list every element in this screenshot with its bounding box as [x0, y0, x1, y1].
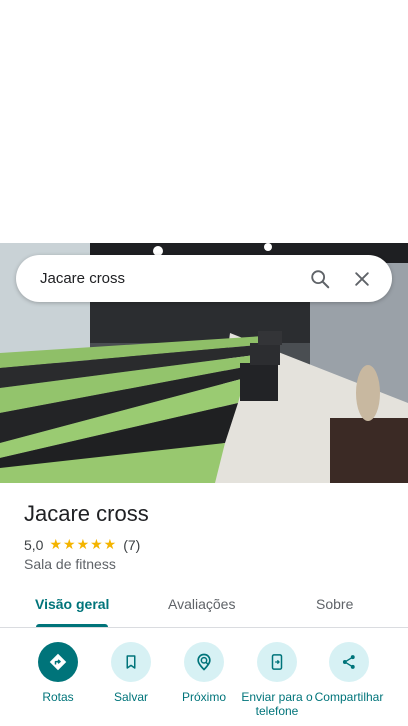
- search-icon[interactable]: [302, 261, 338, 297]
- tab-reviews[interactable]: Avaliações: [168, 596, 235, 612]
- directions-button[interactable]: Rotas: [22, 640, 94, 704]
- directions-icon: [38, 642, 78, 682]
- search-query[interactable]: Jacare cross: [40, 270, 296, 287]
- nearby-icon: [184, 642, 224, 682]
- review-count[interactable]: (7): [123, 537, 140, 553]
- bookmark-icon: [111, 642, 151, 682]
- action-bar: Rotas Salvar Próximo Enviar para o telef…: [0, 640, 408, 726]
- active-tab-indicator: [36, 624, 108, 627]
- directions-label: Rotas: [42, 690, 74, 704]
- place-title: Jacare cross: [24, 501, 149, 526]
- map-area[interactable]: [0, 0, 408, 243]
- tab-about[interactable]: Sobre: [316, 596, 353, 612]
- rating-value: 5,0: [24, 536, 44, 553]
- share-label: Compartilhar: [314, 690, 384, 704]
- nearby-label: Próximo: [181, 690, 226, 704]
- close-icon[interactable]: [344, 261, 380, 297]
- nearby-button[interactable]: Próximo: [168, 640, 240, 704]
- tab-bar: Visão geral Avaliações Sobre: [0, 590, 408, 628]
- send-to-phone-label: Enviar para o telefone: [241, 690, 313, 718]
- rating-stars: ★★★★★: [49, 536, 118, 552]
- save-button[interactable]: Salvar: [95, 640, 167, 704]
- rating-row[interactable]: 5,0 ★★★★★ (7): [24, 536, 140, 553]
- send-to-phone-button[interactable]: Enviar para o telefone: [241, 640, 313, 718]
- tab-overview[interactable]: Visão geral: [35, 596, 109, 612]
- share-icon: [329, 642, 369, 682]
- place-category: Sala de fitness: [24, 556, 116, 572]
- share-button[interactable]: Compartilhar: [313, 640, 385, 704]
- save-label: Salvar: [113, 690, 148, 704]
- send-to-phone-icon: [257, 642, 297, 682]
- search-bar[interactable]: Jacare cross: [16, 255, 392, 302]
